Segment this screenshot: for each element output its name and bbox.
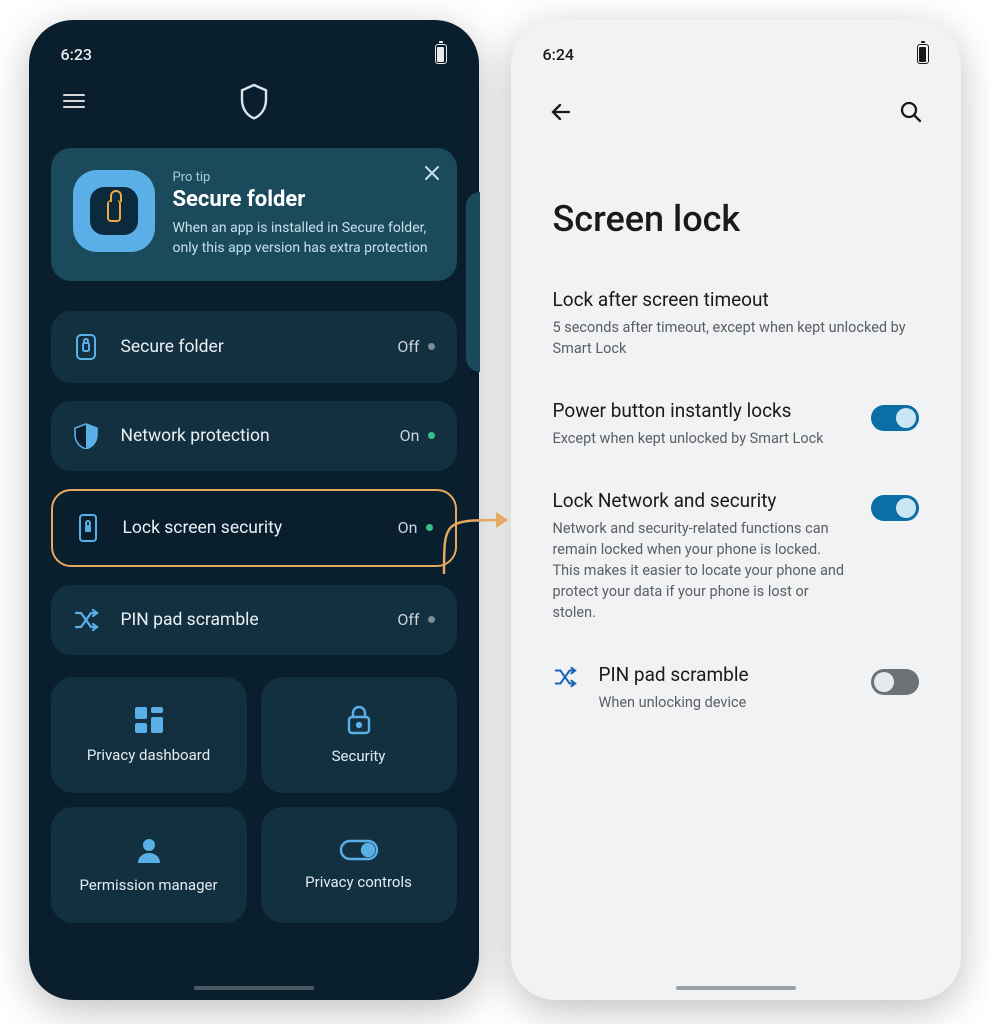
page-title: Screen lock	[523, 138, 949, 288]
phone-screen-lock-settings: 6:24 Screen lock Lock after screen timeo…	[511, 20, 961, 1000]
shield-icon	[238, 82, 270, 120]
protip-card[interactable]: Pro tip Secure folder When an app is ins…	[51, 148, 457, 281]
dashboard-icon	[134, 706, 164, 734]
status-dot-icon	[428, 343, 435, 350]
person-icon	[135, 836, 163, 864]
toggle-switch[interactable]	[871, 669, 919, 695]
status-dot-icon	[428, 616, 435, 623]
tile-label: Permission manager	[79, 876, 217, 894]
row-subtitle: Network and security-related functions c…	[553, 518, 851, 623]
protip-title: Secure folder	[173, 187, 435, 212]
search-icon[interactable]	[899, 100, 923, 128]
status-dot-icon	[428, 432, 435, 439]
home-indicator[interactable]	[676, 986, 796, 990]
row-lock-after-timeout[interactable]: Lock after screen timeout 5 seconds afte…	[523, 288, 949, 399]
lock-icon	[107, 200, 121, 222]
tile-privacy-controls[interactable]: Privacy controls	[261, 807, 457, 923]
toggle-switch[interactable]	[871, 405, 919, 431]
home-indicator[interactable]	[194, 986, 314, 990]
item-secure-folder[interactable]: Secure folder Off	[51, 311, 457, 383]
protip-desc: When an app is installed in Secure folde…	[173, 218, 435, 259]
row-title: Power button instantly locks	[553, 399, 851, 422]
battery-icon	[917, 44, 929, 64]
row-title: Lock Network and security	[553, 489, 851, 512]
lock-icon	[346, 705, 372, 735]
item-status: Off	[397, 610, 434, 629]
row-subtitle: 5 seconds after timeout, except when kep…	[553, 317, 919, 359]
shuffle-icon	[553, 663, 579, 693]
row-pin-scramble[interactable]: PIN pad scramble When unlocking device	[523, 663, 949, 753]
tile-permission-manager[interactable]: Permission manager	[51, 807, 247, 923]
row-power-button-locks[interactable]: Power button instantly locks Except when…	[523, 399, 949, 489]
item-label: Lock screen security	[123, 518, 376, 538]
next-card-peek[interactable]	[466, 192, 480, 372]
item-pin-scramble[interactable]: PIN pad scramble Off	[51, 585, 457, 655]
row-subtitle: Except when kept unlocked by Smart Lock	[553, 428, 851, 449]
phone-lock-icon	[75, 513, 101, 543]
app-header	[41, 72, 467, 122]
back-icon[interactable]	[549, 100, 573, 128]
clock: 6:23	[61, 45, 93, 64]
row-lock-network-security[interactable]: Lock Network and security Network and se…	[523, 489, 949, 663]
tile-privacy-dashboard[interactable]: Privacy dashboard	[51, 677, 247, 793]
tile-security[interactable]: Security	[261, 677, 457, 793]
protip-label: Pro tip	[173, 170, 435, 185]
row-title: Lock after screen timeout	[553, 288, 919, 311]
phone-security-app: 6:23 Pro tip Secure folder When an app i…	[29, 20, 479, 1000]
item-status: On	[400, 426, 435, 445]
toggle-switch[interactable]	[871, 495, 919, 521]
item-status: On	[398, 518, 433, 537]
app-header	[523, 72, 949, 138]
shuffle-icon	[73, 607, 99, 633]
toggle-icon	[339, 839, 379, 861]
folder-lock-icon	[73, 333, 99, 361]
protip-icon	[73, 170, 155, 252]
item-label: PIN pad scramble	[121, 610, 376, 630]
tile-label: Privacy dashboard	[87, 746, 210, 764]
close-icon[interactable]	[423, 164, 441, 186]
status-bar: 6:23	[41, 32, 467, 72]
tile-label: Privacy controls	[305, 873, 412, 891]
network-shield-icon	[73, 423, 99, 449]
quick-tiles: Privacy dashboard Security Permission ma…	[51, 677, 457, 923]
status-bar: 6:24	[523, 32, 949, 72]
clock: 6:24	[543, 45, 575, 64]
item-label: Secure folder	[121, 337, 376, 357]
item-status: Off	[397, 337, 434, 356]
item-lock-screen-security[interactable]: Lock screen security On	[51, 489, 457, 567]
menu-icon[interactable]	[63, 90, 85, 112]
row-title: PIN pad scramble	[599, 663, 851, 686]
status-dot-icon	[426, 524, 433, 531]
item-label: Network protection	[121, 426, 378, 446]
tile-label: Security	[332, 747, 386, 765]
settings-list: Secure folder Off Network protection On …	[51, 311, 457, 655]
battery-icon	[435, 44, 447, 64]
row-subtitle: When unlocking device	[599, 692, 851, 713]
item-network-protection[interactable]: Network protection On	[51, 401, 457, 471]
